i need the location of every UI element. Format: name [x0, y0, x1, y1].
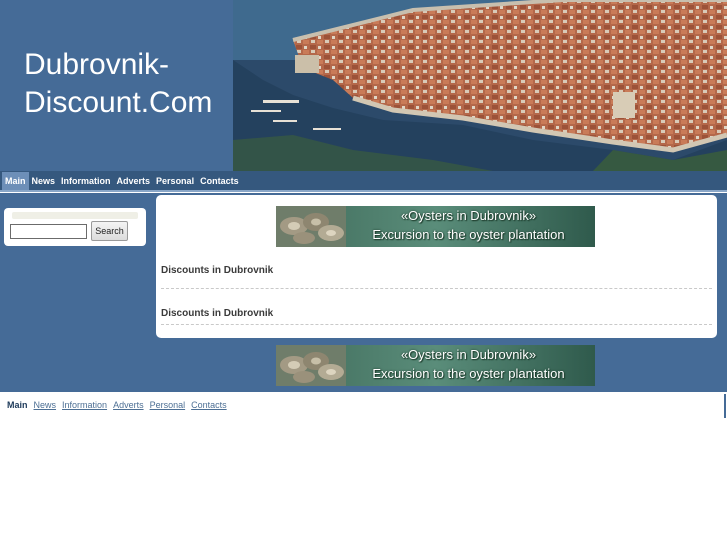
scrollbar-marker	[724, 394, 726, 418]
section-divider	[161, 324, 712, 325]
banner-line2: Excursion to the oyster plantation	[372, 366, 565, 381]
section-heading: Discounts in Dubrovnik	[161, 308, 274, 319]
footer-nav-item-main[interactable]: Main	[7, 400, 28, 410]
search-panel-strip	[12, 212, 138, 219]
footer-nav: Main News Information Adverts Personal C…	[7, 400, 233, 410]
footer-nav-item-adverts[interactable]: Adverts	[113, 400, 144, 410]
site-header: Dubrovnik- Discount.Com	[0, 0, 727, 171]
content-panel: «Oysters in Dubrovnik» Excursion to the …	[156, 195, 717, 338]
site-title[interactable]: Dubrovnik- Discount.Com	[24, 46, 224, 122]
search-panel: Search	[4, 208, 146, 246]
dubrovnik-aerial-photo	[233, 0, 727, 171]
search-input[interactable]	[10, 224, 87, 239]
banner-line1: «Oysters in Dubrovnik»	[400, 347, 537, 362]
oysters-banner[interactable]: «Oysters in Dubrovnik» Excursion to the …	[276, 206, 595, 247]
nav-item-contacts[interactable]: Contacts	[197, 172, 242, 190]
search-button[interactable]: Search	[91, 221, 128, 241]
nav-item-information[interactable]: Information	[58, 172, 114, 190]
nav-item-personal[interactable]: Personal	[153, 172, 197, 190]
site-title-line1: Dubrovnik-	[24, 48, 170, 81]
footer-nav-item-personal[interactable]: Personal	[150, 400, 186, 410]
nav-item-main[interactable]: Main	[2, 171, 29, 190]
main-nav: Main News Information Adverts Personal C…	[0, 171, 727, 192]
footer-nav-item-information[interactable]: Information	[62, 400, 107, 410]
banner-line1: «Oysters in Dubrovnik»	[400, 208, 537, 223]
footer-nav-item-contacts[interactable]: Contacts	[191, 400, 227, 410]
oysters-banner-bottom[interactable]: «Oysters in Dubrovnik» Excursion to the …	[276, 345, 595, 386]
nav-item-news[interactable]: News	[29, 172, 59, 190]
section-heading: Discounts in Dubrovnik	[161, 265, 274, 276]
section-divider	[161, 288, 712, 289]
footer-nav-item-news[interactable]: News	[34, 400, 57, 410]
site-title-line2: Discount.Com	[24, 86, 213, 119]
nav-item-adverts[interactable]: Adverts	[114, 172, 154, 190]
banner-line2: Excursion to the oyster plantation	[372, 227, 565, 242]
